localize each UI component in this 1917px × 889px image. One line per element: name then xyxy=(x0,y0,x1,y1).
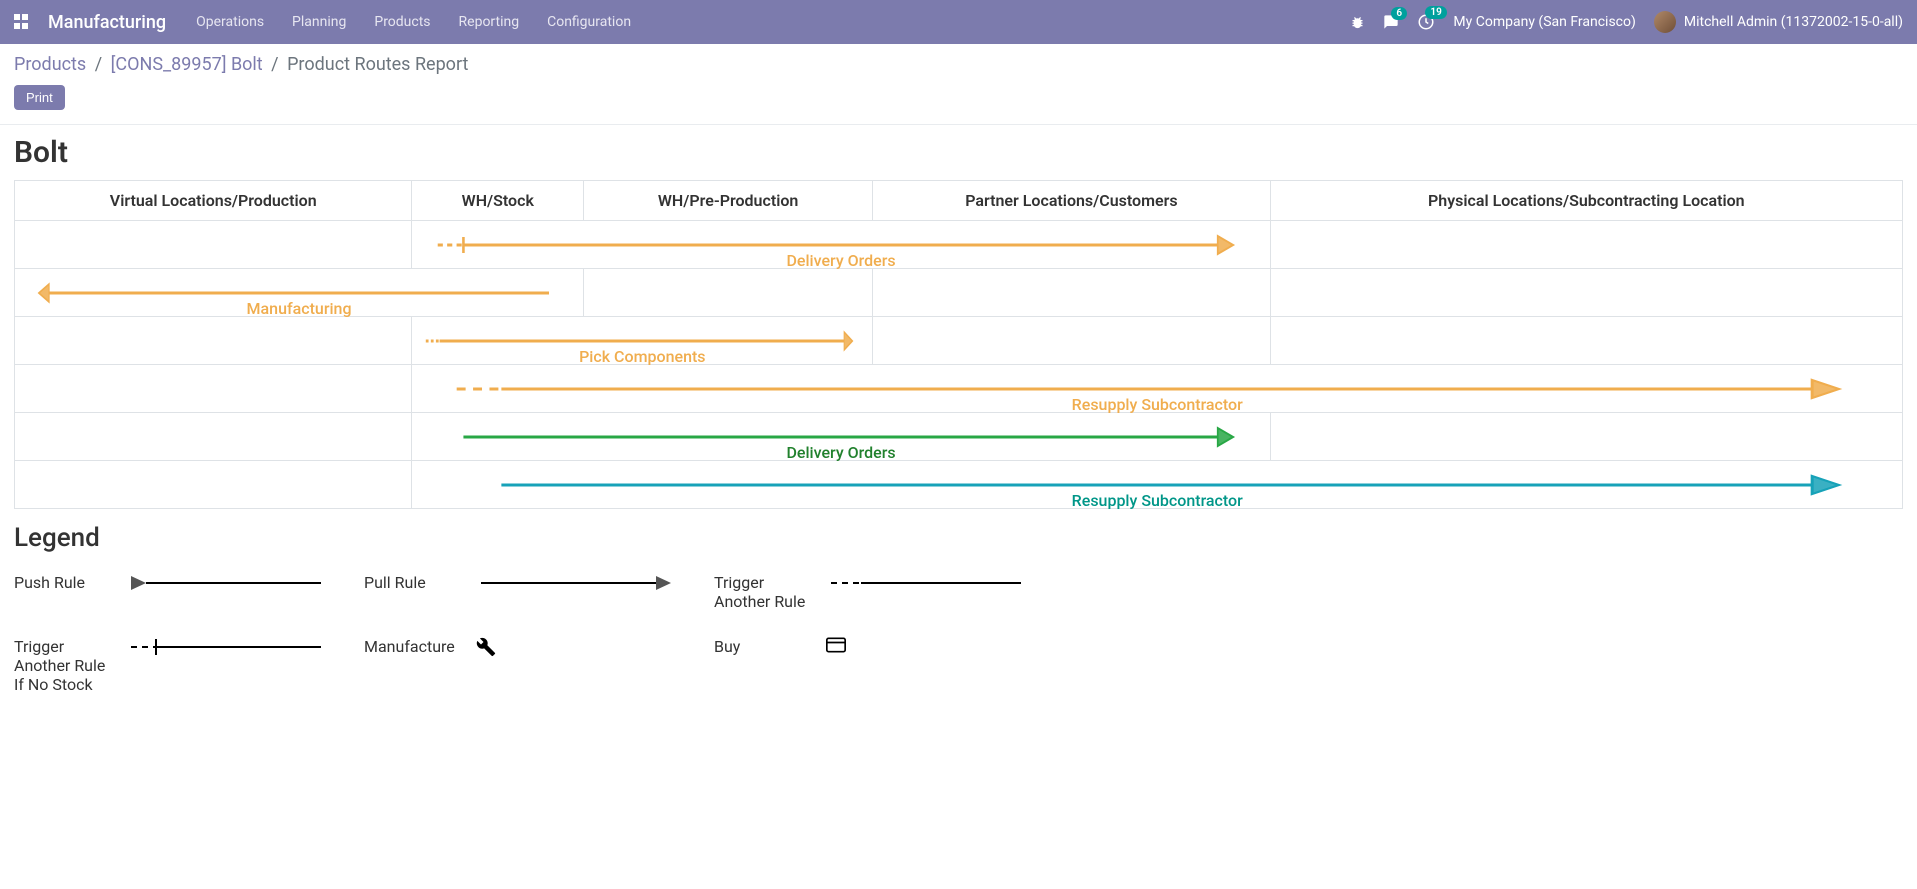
company-selector[interactable]: My Company (San Francisco) xyxy=(1453,14,1635,30)
user-name: Mitchell Admin (11372002-15-0-all) xyxy=(1684,14,1903,30)
col-header: Physical Locations/Subcontracting Locati… xyxy=(1270,181,1902,221)
route-cell: Resupply Subcontractor xyxy=(412,461,1903,509)
legend: Legend Push Rule Pull Rule TriggerAnother … xyxy=(14,509,1903,708)
route-cell: Manufacturing xyxy=(15,269,584,317)
route-row: Delivery Orders xyxy=(15,413,1903,461)
avatar xyxy=(1654,11,1676,33)
nav-right: 6 19 My Company (San Francisco) Mitchell… xyxy=(1350,11,1903,33)
legend-glyph xyxy=(826,573,1026,597)
route-label: Delivery Orders xyxy=(412,251,1269,270)
route-label: Resupply Subcontractor xyxy=(412,395,1902,414)
route-row: Resupply Subcontractor xyxy=(15,365,1903,413)
legend-label: Buy xyxy=(714,637,814,656)
nav-menu-operations[interactable]: Operations xyxy=(196,14,264,30)
nav-menu-reporting[interactable]: Reporting xyxy=(459,14,520,30)
col-header: WH/Stock xyxy=(412,181,584,221)
route-cell xyxy=(873,317,1270,365)
page-title: Bolt xyxy=(14,135,1903,170)
route-label: Manufacturing xyxy=(15,299,583,318)
route-row: Manufacturing xyxy=(15,269,1903,317)
legend-glyph xyxy=(476,573,676,597)
legend-item: Manufacture xyxy=(364,637,704,694)
breadcrumb-product[interactable]: [CONS_89957] Bolt xyxy=(111,54,263,75)
route-cell xyxy=(1270,413,1902,461)
route-cell xyxy=(15,365,412,413)
route-label: Pick Components xyxy=(412,347,872,366)
debug-icon[interactable] xyxy=(1350,15,1365,30)
col-header: WH/Pre-Production xyxy=(584,181,873,221)
breadcrumb-current: Product Routes Report xyxy=(287,54,468,75)
route-cell xyxy=(15,317,412,365)
route-cell xyxy=(1270,221,1902,269)
breadcrumb-sep: / xyxy=(95,54,102,75)
routes-table: Virtual Locations/Production WH/Stock WH… xyxy=(14,180,1903,509)
nav-menu-products[interactable]: Products xyxy=(374,14,430,30)
report: Bolt Virtual Locations/Production WH/Sto… xyxy=(0,125,1917,738)
apps-icon[interactable] xyxy=(14,14,30,30)
legend-glyph xyxy=(826,637,846,657)
route-cell xyxy=(1270,269,1902,317)
nav-menu-planning[interactable]: Planning xyxy=(292,14,346,30)
legend-item: Push Rule xyxy=(14,573,354,611)
route-label: Resupply Subcontractor xyxy=(412,491,1902,510)
route-cell xyxy=(1270,317,1902,365)
legend-label: TriggerAnother RuleIf No Stock xyxy=(14,637,114,694)
route-row: Resupply Subcontractor xyxy=(15,461,1903,509)
route-row: Pick Components xyxy=(15,317,1903,365)
messages-icon[interactable]: 6 xyxy=(1383,14,1399,30)
user-menu[interactable]: Mitchell Admin (11372002-15-0-all) xyxy=(1654,11,1903,33)
legend-label: TriggerAnother Rule xyxy=(714,573,814,611)
route-label: Delivery Orders xyxy=(412,443,1269,462)
col-header: Virtual Locations/Production xyxy=(15,181,412,221)
control-panel: Products / [CONS_89957] Bolt / Product R… xyxy=(0,44,1917,125)
legend-item: TriggerAnother Rule xyxy=(714,573,1054,611)
route-cell: Delivery Orders xyxy=(412,413,1270,461)
app-brand[interactable]: Manufacturing xyxy=(48,12,166,33)
route-cell: Pick Components xyxy=(412,317,873,365)
route-cell xyxy=(15,461,412,509)
legend-glyph xyxy=(126,637,326,661)
route-row: Delivery Orders xyxy=(15,221,1903,269)
route-cell xyxy=(584,269,873,317)
legend-item: Buy xyxy=(714,637,1054,694)
route-cell: Resupply Subcontractor xyxy=(412,365,1903,413)
activities-icon[interactable]: 19 xyxy=(1417,13,1435,31)
activities-badge: 19 xyxy=(1425,6,1446,19)
route-cell xyxy=(15,221,412,269)
breadcrumb-sep: / xyxy=(271,54,278,75)
messages-badge: 6 xyxy=(1391,7,1407,20)
legend-glyph xyxy=(126,573,326,597)
legend-item: TriggerAnother RuleIf No Stock xyxy=(14,637,354,694)
route-cell xyxy=(873,269,1270,317)
nav-menu-configuration[interactable]: Configuration xyxy=(547,14,631,30)
breadcrumb: Products / [CONS_89957] Bolt / Product R… xyxy=(14,54,1903,75)
navbar: Manufacturing Operations Planning Produc… xyxy=(0,0,1917,44)
col-header: Partner Locations/Customers xyxy=(873,181,1270,221)
route-cell xyxy=(15,413,412,461)
print-button[interactable]: Print xyxy=(14,85,65,110)
legend-glyph xyxy=(476,637,496,661)
breadcrumb-products[interactable]: Products xyxy=(14,54,86,75)
legend-label: Pull Rule xyxy=(364,573,464,592)
legend-label: Manufacture xyxy=(364,637,464,656)
legend-item: Pull Rule xyxy=(364,573,704,611)
legend-label: Push Rule xyxy=(14,573,114,592)
route-cell: Delivery Orders xyxy=(412,221,1270,269)
legend-title: Legend xyxy=(14,523,1889,553)
nav-menu: Operations Planning Products Reporting C… xyxy=(196,14,631,30)
